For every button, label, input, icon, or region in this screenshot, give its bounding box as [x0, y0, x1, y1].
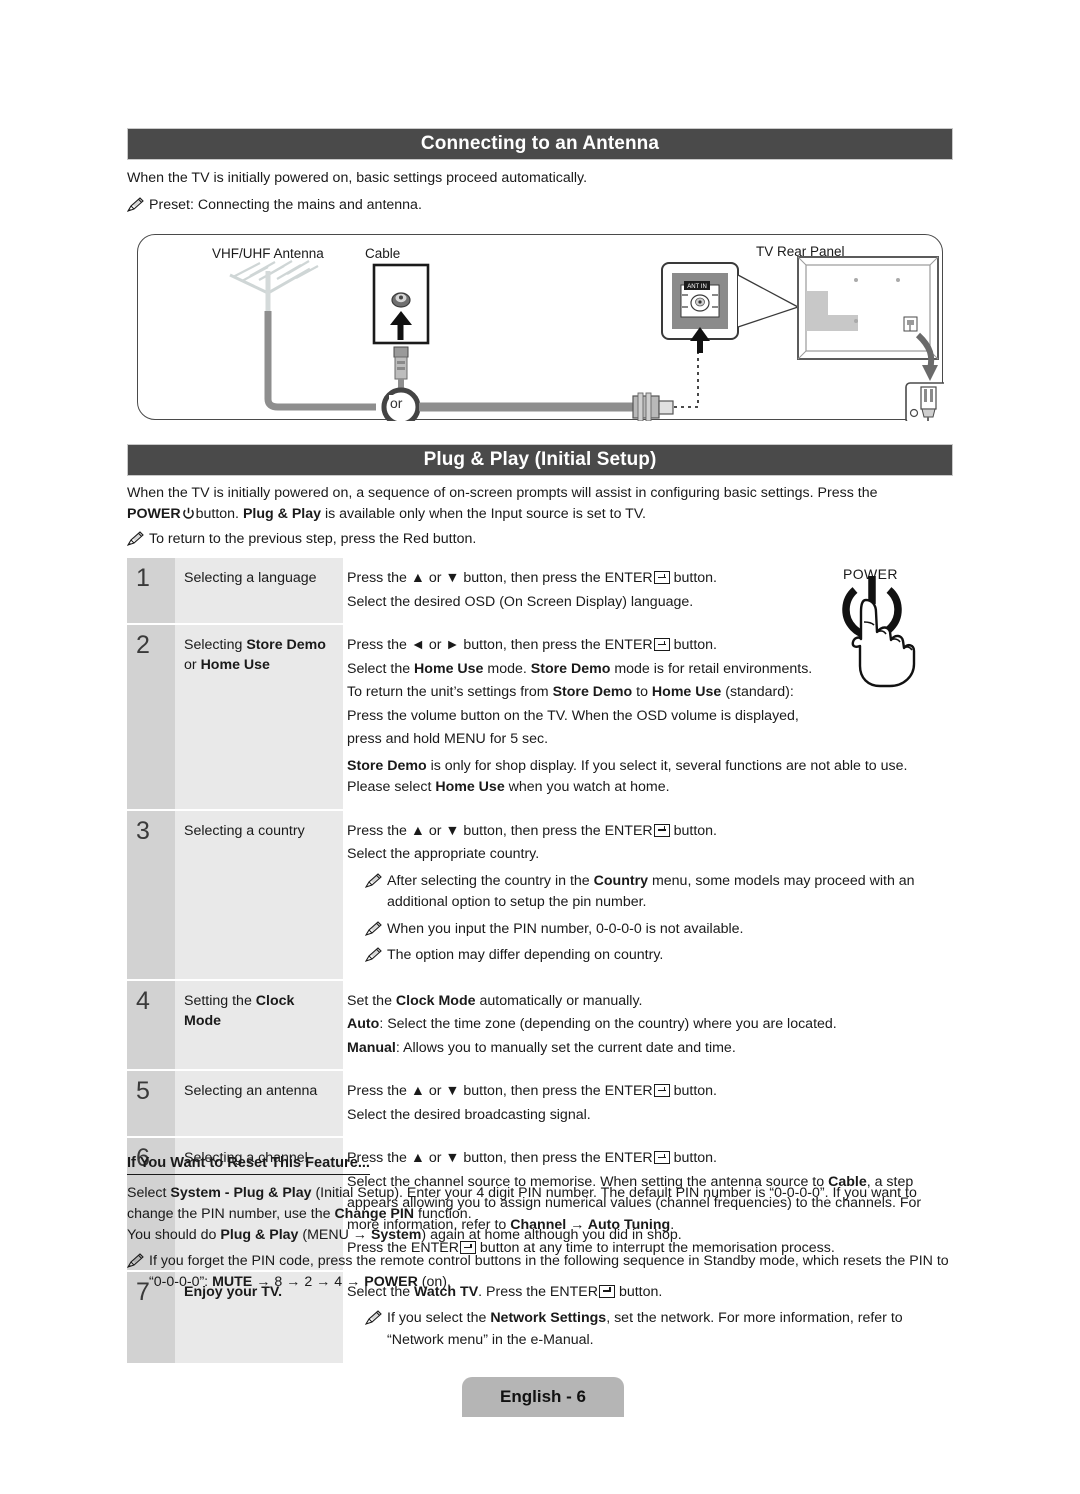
step-label: Selecting a country [175, 810, 343, 979]
antenna-intro-paragraph: When the TV is initially powered on, bas… [127, 170, 588, 186]
step-description: Press the ◄ or ► button, then press the … [347, 637, 908, 795]
diagram-label-or: or [389, 395, 404, 411]
step-label: Selecting a language [175, 558, 343, 623]
section-title-antenna: Connecting to an Antenna [420, 133, 660, 154]
step-number: 2 [127, 625, 175, 809]
reset-paragraph-1: Select System - Plug & Play (Initial Set… [127, 1185, 917, 1222]
step-label: Setting the Clock Mode [175, 980, 343, 1069]
plugplay-intro-d: is available only when the Input source … [324, 506, 646, 522]
pencil-note-icon [365, 920, 382, 936]
ant-in-port-label: ANT IN [687, 284, 707, 290]
plugplay-red-button-note-text: To return to the previous step, press th… [149, 531, 477, 547]
step-subnote: When you input the PIN number, 0-0-0-0 i… [365, 919, 949, 941]
pencil-note-icon [127, 197, 144, 212]
step-label: Selecting an antenna [175, 1071, 343, 1136]
table-row: 2 Selecting Store Demo or Home Use Press… [127, 625, 953, 809]
power-symbol-icon [182, 506, 195, 519]
step-subnote: If you select the Network Settings, set … [365, 1308, 949, 1351]
reset-pin-note: If you forget the PIN code, press the re… [127, 1251, 951, 1293]
step-number: 1 [127, 558, 175, 623]
step-subnote: The option may differ depending on count… [365, 945, 949, 967]
plugplay-intro-b: button. [195, 506, 239, 522]
reset-paragraph-2: You should do Plug & Play (MENU → System… [127, 1227, 682, 1243]
reset-feature-heading: If You Want to Reset This Feature... [127, 1155, 370, 1175]
step-subnote: After selecting the country in the Count… [365, 871, 949, 914]
plugplay-intro-line2: POWER button. Plug & Play is available o… [127, 504, 947, 525]
table-row: 4 Setting the Clock Mode Set the Clock M… [127, 980, 953, 1069]
enter-key-icon [653, 571, 670, 584]
step-number: 5 [127, 1071, 175, 1136]
section-header-plug-play: Plug & Play (Initial Setup) [127, 444, 953, 476]
enter-key-icon [653, 1151, 670, 1164]
pencil-note-icon [365, 1310, 382, 1325]
step-description: Set the Clock Mode automatically or manu… [347, 992, 837, 1056]
enter-key-icon [653, 1084, 670, 1097]
antenna-preset-note: Preset: Connecting the mains and antenna… [127, 195, 947, 216]
step-label: Selecting Store Demo or Home Use [175, 625, 343, 809]
pencil-note-icon [127, 1253, 144, 1268]
antenna-preset-note-text: Preset: Connecting the mains and antenna… [149, 197, 422, 213]
plug-play-keyword: Plug & Play [242, 506, 322, 522]
power-keyword: POWER [127, 506, 181, 522]
step-number: 3 [127, 810, 175, 979]
pencil-note-icon [365, 947, 382, 962]
pencil-note-icon [365, 872, 382, 888]
step-description: Press the ▲ or ▼ button, then press the … [347, 570, 718, 610]
step-number: 4 [127, 980, 175, 1069]
page-footer-badge: English - 6 [462, 1377, 624, 1417]
enter-key-icon [653, 638, 670, 651]
reset-pin-note-text: If you forget the PIN code, press the re… [149, 1253, 949, 1290]
manual-page: Connecting to an Antenna When the TV is … [0, 0, 1080, 1494]
plugplay-intro-line1: When the TV is initially powered on, a s… [127, 485, 878, 501]
enter-key-icon [653, 823, 670, 837]
antenna-connection-diagram: VHF/UHF Antenna Cable TV Rear Panel ANT … [137, 234, 944, 421]
diagram-artwork: ANT IN [229, 256, 944, 421]
section-header-antenna: Connecting to an Antenna [127, 128, 953, 160]
table-row: 1 Selecting a language Press the ▲ or ▼ … [127, 558, 953, 623]
section-title-plug-play: Plug & Play (Initial Setup) [423, 449, 657, 470]
table-row: 5 Selecting an antenna Press the ▲ or ▼ … [127, 1071, 953, 1136]
step-description: Press the ▲ or ▼ button, then press the … [343, 811, 953, 979]
table-row: 3 Selecting a country Press the ▲ or ▼ b… [127, 810, 953, 979]
plugplay-red-button-note: To return to the previous step, press th… [127, 529, 947, 550]
pencil-note-icon [127, 531, 144, 546]
page-number-label: English - 6 [500, 1387, 586, 1406]
step-description: Press the ▲ or ▼ button, then press the … [347, 1083, 718, 1123]
